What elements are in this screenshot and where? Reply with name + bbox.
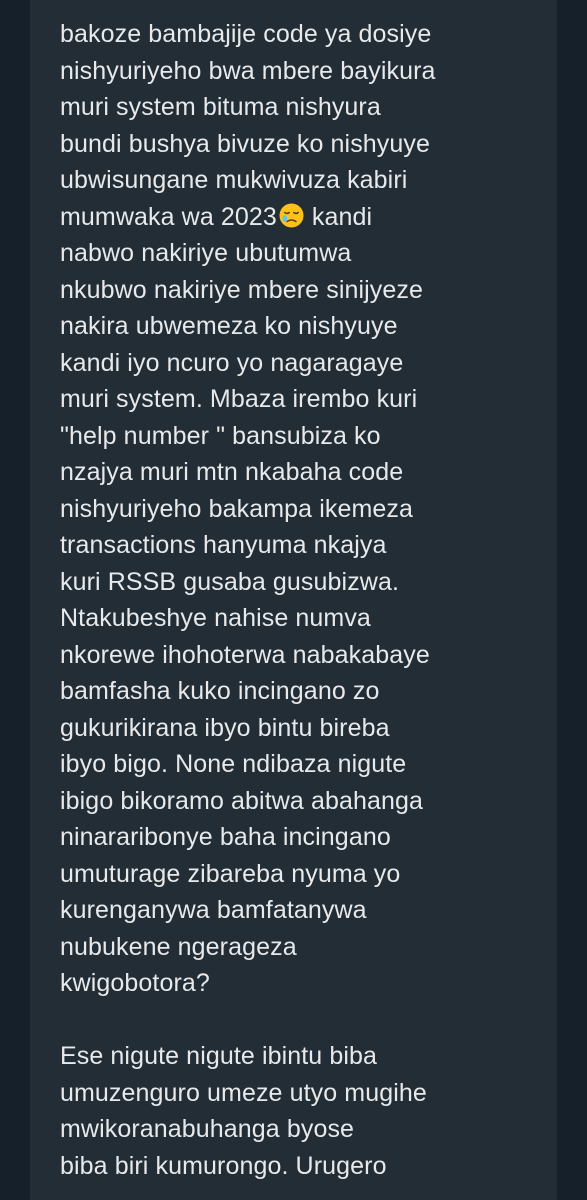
message-line: nkorewe ihohoterwa nabakabaye — [60, 640, 430, 669]
message-line: nabwo nakiriye ubutumwa — [60, 239, 352, 267]
message-text: bakoze bambajije code ya dosiye nishyuri… — [60, 16, 550, 1184]
message-line: nishyuriyeho bakampa ikemeza — [60, 494, 413, 523]
message-line: Ese nigute nigute ibintu biba — [60, 1042, 378, 1070]
message-line: Ntakubeshye nahise numva — [60, 604, 371, 632]
message-line: transactions hanyuma nkajya — [60, 531, 387, 559]
message-line: muri system. Mbaza irembo kuri — [60, 385, 418, 413]
message-line: umuzenguro umeze utyo mugihe — [60, 1078, 427, 1107]
message-line: nkubwo nakiriye mbere sinijyeze — [60, 275, 423, 304]
screen: bakoze bambajije code ya dosiye nishyuri… — [0, 0, 587, 1200]
message-line: ninararibonye baha incingano — [60, 823, 391, 851]
message-text-segment: kandi — [304, 202, 373, 231]
message-line: nishyuriyeho bwa mbere bayikura — [60, 56, 436, 85]
message-line: kuri RSSB gusaba gusubizwa. — [60, 567, 399, 596]
message-line: ubwisungane mukwivuza kabiri — [60, 166, 408, 194]
message-text-segment: mumwaka wa 2023 — [60, 202, 277, 231]
message-line: umuturage zibareba nyuma yo — [60, 859, 401, 888]
message-line: nzajya muri mtn nkabaha code — [60, 458, 404, 486]
message-line: bamfasha kuko incingano zo — [60, 677, 380, 705]
message-line: nubukene ngerageza — [60, 932, 297, 961]
message-line: kurenganywa bamfatanywa — [60, 896, 367, 924]
sleepy-face-emoji-icon — [279, 203, 304, 227]
message-line: muri system bituma nishyura — [60, 93, 381, 121]
message-line: mwikoranabuhanga byose — [60, 1115, 355, 1143]
message-line: biba biri kumurongo. Urugero — [60, 1151, 387, 1180]
message-line: nakira ubwemeza ko nishyuye — [60, 312, 398, 340]
message-line: kandi iyo ncuro yo nagaragaye — [60, 348, 404, 377]
message-line: mumwaka wa 2023 kandi — [60, 199, 550, 236]
message-line: ibyo bigo. None ndibaza nigute — [60, 750, 407, 778]
message-line: ibigo bikoramo abitwa abahanga — [60, 786, 423, 815]
message-line: gukurikirana ibyo bintu bireba — [60, 713, 390, 742]
message-line: bundi bushya bivuze ko nishyuye — [60, 129, 431, 158]
message-line: "help number " bansubiza ko — [60, 421, 381, 450]
message-line: bakoze bambajije code ya dosiye — [60, 20, 432, 48]
message-line: kwigobotora? — [60, 969, 210, 997]
